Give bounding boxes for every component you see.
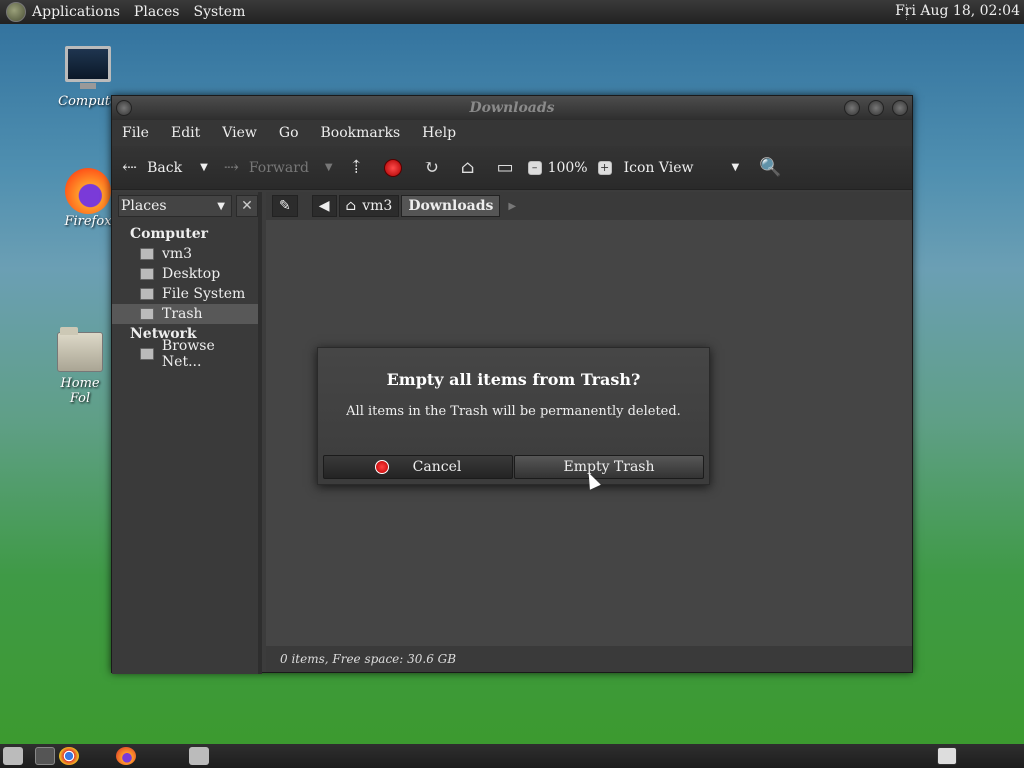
forward-arrow-icon: ⇢ bbox=[223, 157, 239, 178]
places-menu[interactable]: Places bbox=[134, 4, 180, 20]
back-label: Back bbox=[147, 159, 183, 176]
zoom-in-icon[interactable]: + bbox=[597, 160, 612, 175]
menu-bookmarks[interactable]: Bookmarks bbox=[321, 125, 401, 141]
network-icon bbox=[140, 348, 154, 360]
empty-trash-label: Empty Trash bbox=[563, 459, 655, 475]
forward-button[interactable]: ⇢ Forward ▼ bbox=[224, 157, 333, 178]
sidebar: Places ▼ ✕ Computer vm3 Desktop File Sys… bbox=[112, 192, 262, 674]
applications-menu[interactable]: Applications bbox=[32, 4, 120, 20]
back-history-dropdown-icon[interactable]: ▼ bbox=[200, 162, 208, 173]
file-manager-launcher-icon[interactable] bbox=[189, 747, 209, 765]
dialog-message: All items in the Trash will be permanent… bbox=[346, 404, 681, 419]
system-menu[interactable]: System bbox=[193, 4, 245, 20]
cancel-button[interactable]: Cancel bbox=[323, 455, 513, 479]
filesystem-icon bbox=[140, 288, 154, 300]
chevron-down-icon: ▼ bbox=[217, 200, 225, 212]
sidebar-item-trash[interactable]: Trash bbox=[112, 304, 258, 324]
dialog-heading: Empty all items from Trash? bbox=[386, 370, 641, 389]
terminal-launcher-icon[interactable] bbox=[35, 747, 55, 765]
menubar: File Edit View Go Bookmarks Help bbox=[112, 120, 912, 146]
empty-trash-dialog: Empty all items from Trash? All items in… bbox=[317, 347, 710, 485]
show-desktop-icon[interactable] bbox=[3, 747, 23, 765]
window-list-icon[interactable] bbox=[937, 747, 957, 765]
bottom-panel bbox=[0, 744, 1024, 768]
desktop-folder-icon bbox=[140, 268, 154, 280]
chrome-launcher-icon[interactable] bbox=[59, 747, 79, 765]
reload-icon[interactable]: ↻ bbox=[424, 157, 439, 178]
stop-icon[interactable] bbox=[383, 158, 402, 177]
forward-label: Forward bbox=[248, 159, 309, 176]
maximize-icon[interactable] bbox=[868, 100, 884, 116]
status-bar: 0 items, Free space: 30.6 GB bbox=[266, 646, 912, 672]
clock[interactable]: Fri Aug 18, 02:04 bbox=[895, 3, 1020, 19]
window-titlebar[interactable]: Downloads bbox=[112, 96, 912, 120]
menu-view[interactable]: View bbox=[222, 125, 257, 141]
sidebar-item-label: Browse Net... bbox=[161, 338, 215, 370]
desktop-icon-label: Home Fol bbox=[60, 376, 100, 406]
zoom-out-icon[interactable]: – bbox=[527, 160, 542, 175]
section-computer: Computer bbox=[130, 226, 209, 242]
sidebar-item-browse-network[interactable]: Browse Net... bbox=[112, 338, 258, 370]
edit-location-icon[interactable]: ✎ bbox=[272, 195, 298, 217]
desktop-icon-label: Compute bbox=[58, 94, 118, 109]
firefox-launcher-icon[interactable] bbox=[116, 747, 136, 765]
desktop-icon-computer[interactable]: Compute bbox=[58, 46, 118, 109]
computer-icon bbox=[65, 46, 111, 89]
close-sidebar-icon[interactable]: ✕ bbox=[236, 195, 258, 217]
path-button-vm3[interactable]: ⌂ vm3 bbox=[338, 195, 400, 217]
trash-icon bbox=[140, 308, 154, 320]
path-right-arrow-icon[interactable]: ▶ bbox=[508, 201, 516, 212]
view-mode-select[interactable]: Icon View bbox=[624, 160, 694, 176]
menu-file[interactable]: File bbox=[122, 125, 149, 141]
close-icon[interactable] bbox=[892, 100, 908, 116]
distro-logo-icon[interactable] bbox=[6, 2, 26, 22]
sidebar-item-vm3[interactable]: vm3 bbox=[112, 244, 258, 264]
view-mode-dropdown-icon[interactable]: ▼ bbox=[732, 162, 740, 173]
path-button-downloads[interactable]: Downloads bbox=[401, 195, 501, 217]
search-icon[interactable]: 🔍 bbox=[759, 157, 781, 178]
menu-help[interactable]: Help bbox=[422, 125, 456, 141]
forward-history-dropdown-icon[interactable]: ▼ bbox=[325, 162, 333, 173]
path-label: Downloads bbox=[408, 198, 494, 214]
cancel-label: Cancel bbox=[412, 459, 462, 475]
minimize-icon[interactable] bbox=[844, 100, 860, 116]
sidebar-item-desktop[interactable]: Desktop bbox=[112, 264, 258, 284]
computer-icon[interactable]: ▭ bbox=[497, 157, 514, 178]
sidebar-type-label: Places bbox=[121, 198, 167, 214]
sidebar-type-select[interactable]: Places ▼ bbox=[118, 195, 232, 217]
back-arrow-icon: ⇠ bbox=[122, 157, 138, 178]
home-folder-icon bbox=[140, 248, 154, 260]
firefox-icon bbox=[65, 168, 111, 214]
sidebar-item-filesystem[interactable]: File System bbox=[112, 284, 258, 304]
sidebar-item-label: Trash bbox=[162, 306, 203, 322]
desktop-icon-firefox[interactable]: Firefox bbox=[58, 168, 118, 229]
menu-go[interactable]: Go bbox=[279, 125, 299, 141]
sidebar-item-label: Desktop bbox=[162, 266, 221, 282]
path-label: vm3 bbox=[362, 198, 393, 214]
window-title: Downloads bbox=[469, 100, 555, 116]
home-folder-icon bbox=[57, 327, 103, 372]
zoom-level: 100% bbox=[547, 159, 588, 176]
path-bar: ✎ ◀ ⌂ vm3 Downloads ▶ bbox=[266, 192, 912, 220]
cancel-icon bbox=[374, 460, 389, 474]
desktop-icon-home[interactable]: Home Fol bbox=[50, 327, 110, 406]
up-arrow-icon[interactable]: ⇡ bbox=[349, 157, 364, 178]
top-panel: Applications Places System Fri Aug 18, 0… bbox=[0, 0, 1024, 24]
home-icon[interactable]: ⌂ bbox=[461, 157, 475, 178]
empty-trash-button[interactable]: Empty Trash bbox=[514, 455, 704, 479]
home-folder-icon: ⌂ bbox=[345, 198, 357, 214]
sidebar-item-label: File System bbox=[162, 286, 246, 302]
sidebar-header: Places ▼ ✕ bbox=[112, 192, 258, 220]
path-left-arrow-icon[interactable]: ◀ bbox=[311, 195, 337, 217]
desktop-icon-label: Firefox bbox=[64, 214, 112, 229]
toolbar: ⇠ Back ▼ ⇢ Forward ▼ ⇡ ↻ ⌂ ▭ – 100% + Ic… bbox=[112, 146, 912, 190]
menu-edit[interactable]: Edit bbox=[171, 125, 200, 141]
sidebar-item-label: vm3 bbox=[162, 246, 193, 262]
back-button[interactable]: ⇠ Back ▼ bbox=[122, 157, 208, 178]
